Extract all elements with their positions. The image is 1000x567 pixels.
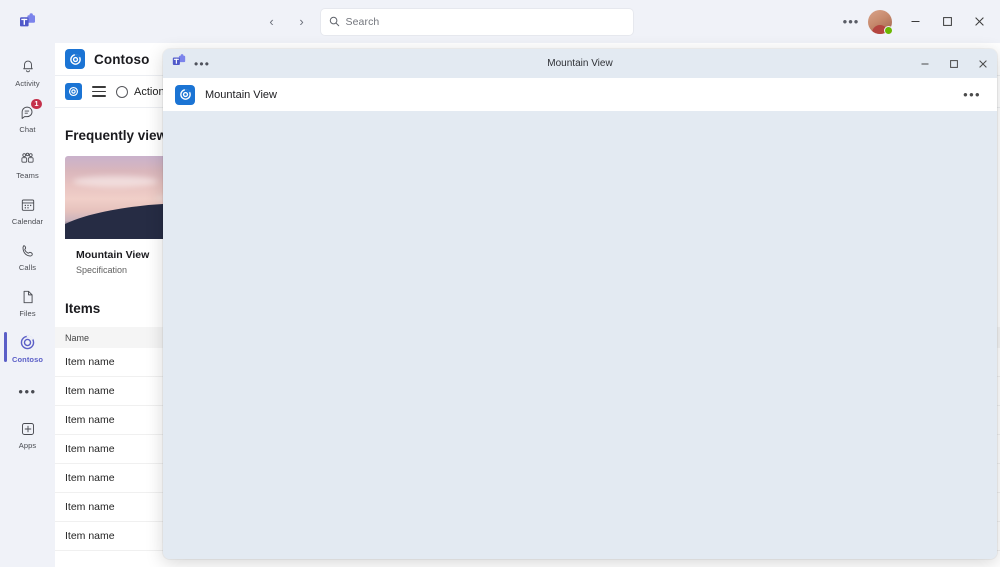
avatar[interactable] — [868, 9, 893, 35]
search-input[interactable]: Search — [320, 8, 633, 35]
contoso-app-icon — [65, 49, 85, 69]
dialog-body — [163, 111, 997, 559]
apps-plus-icon — [20, 419, 36, 439]
teams-logo-icon — [172, 54, 186, 73]
dialog-app-overflow-button[interactable]: ••• — [963, 87, 981, 102]
sidebar-item-calendar[interactable]: Calendar — [0, 187, 55, 233]
dialog-title: Mountain View — [547, 58, 613, 69]
sidebar-item-label: Contoso — [11, 354, 44, 364]
sidebar-item-calls[interactable]: Calls — [0, 233, 55, 279]
chat-unread-badge: 1 — [30, 97, 43, 110]
close-button[interactable] — [964, 7, 994, 37]
bell-icon — [20, 57, 36, 77]
column-header-name: Name — [65, 332, 90, 343]
titlebar-controls: ••• — [838, 0, 1000, 43]
dialog-close-button[interactable] — [968, 49, 997, 78]
mountain-view-dialog: ••• Mountain View Mountain View ••• — [163, 49, 997, 559]
sidebar-item-label: Activity — [15, 78, 40, 88]
teams-people-icon — [19, 149, 36, 169]
action-button-label: Action — [134, 85, 165, 98]
contoso-small-icon[interactable] — [65, 83, 82, 100]
sidebar-item-activity[interactable]: Activity — [0, 49, 55, 95]
dialog-overflow-button[interactable]: ••• — [194, 57, 210, 71]
app-rail: Activity 1 Chat Teams Calendar Calls Fil… — [0, 43, 55, 567]
sidebar-item-label: Calls — [18, 262, 37, 272]
sidebar-item-apps[interactable]: Apps — [0, 411, 55, 457]
sidebar-item-chat[interactable]: 1 Chat — [0, 95, 55, 141]
cell-name: Item name — [65, 472, 115, 484]
sidebar-item-label: Apps — [18, 440, 37, 450]
sidebar-item-label: Calendar — [11, 216, 44, 226]
dialog-titlebar: ••• Mountain View — [163, 49, 997, 78]
cell-name: Item name — [65, 443, 115, 455]
contoso-app-icon — [175, 84, 195, 105]
search-icon — [329, 16, 340, 27]
forward-button[interactable]: › — [291, 11, 313, 33]
sidebar-item-teams[interactable]: Teams — [0, 141, 55, 187]
chat-icon: 1 — [20, 97, 43, 123]
teams-logo-icon — [0, 0, 55, 43]
sidebar-more-apps-button[interactable]: ••• — [0, 371, 55, 411]
search-placeholder-text: Search — [345, 15, 380, 28]
sidebar-item-label: Chat — [19, 124, 36, 134]
maximize-button[interactable] — [932, 7, 962, 37]
sidebar-item-files[interactable]: Files — [0, 279, 55, 325]
titlebar-center: ‹ › Search — [55, 0, 838, 43]
calendar-icon — [20, 195, 36, 215]
cell-name: Item name — [65, 501, 115, 513]
back-button[interactable]: ‹ — [261, 11, 283, 33]
dialog-app-identity: Mountain View — [175, 84, 277, 105]
teams-window: ‹ › Search ••• Activity 1 Chat Teams Cal… — [0, 0, 1000, 567]
sidebar-item-label: Files — [19, 308, 36, 318]
dialog-app-name: Mountain View — [205, 88, 277, 101]
dialog-app-header: Mountain View ••• — [163, 78, 997, 111]
minimize-button[interactable] — [900, 7, 930, 37]
sidebar-item-contoso[interactable]: Contoso — [0, 325, 55, 371]
cell-name: Item name — [65, 530, 115, 542]
cell-name: Item name — [65, 414, 115, 426]
file-icon — [20, 287, 36, 307]
circle-icon — [116, 85, 128, 98]
sidebar-item-label: Teams — [16, 170, 39, 180]
presence-available-icon — [884, 25, 893, 35]
hamburger-menu-icon[interactable] — [92, 86, 106, 97]
cell-name: Item name — [65, 356, 115, 368]
window-titlebar: ‹ › Search ••• — [0, 0, 1000, 43]
dialog-maximize-button[interactable] — [939, 49, 968, 78]
dialog-minimize-button[interactable] — [910, 49, 939, 78]
cell-name: Item name — [65, 385, 115, 397]
page-title: Contoso — [94, 51, 150, 67]
dialog-window-controls — [910, 49, 997, 78]
contoso-swirl-icon — [19, 333, 36, 353]
action-button[interactable]: Action — [116, 85, 165, 98]
dialog-titlebar-left: ••• — [172, 54, 210, 73]
phone-icon — [20, 241, 36, 261]
settings-ellipsis-button[interactable]: ••• — [838, 9, 864, 35]
